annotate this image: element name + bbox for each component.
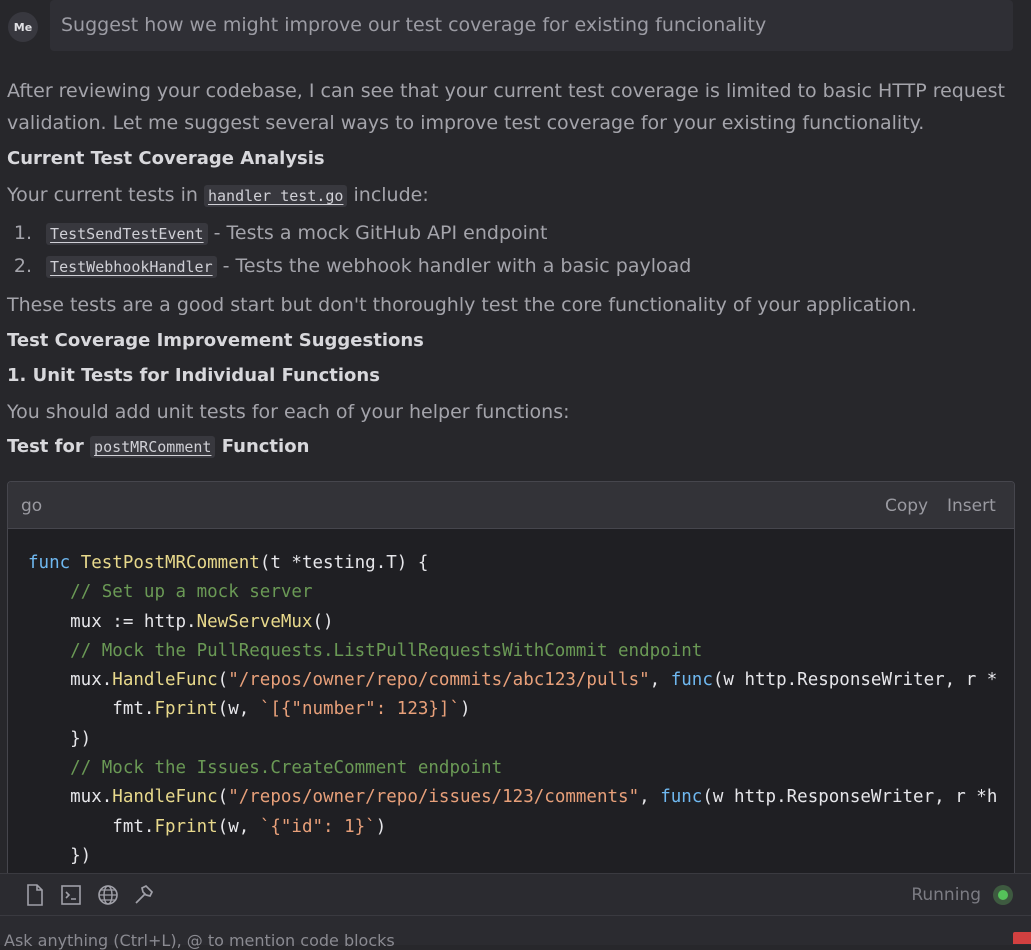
code-line: mux.HandleFunc("/repos/owner/repo/commit… xyxy=(28,666,1014,695)
code-token: Fprint xyxy=(154,699,218,720)
current-tests-line: Your current tests in handler_test.go in… xyxy=(7,184,1017,207)
chat-toolbar: Running xyxy=(0,873,1031,916)
code-token: (t *testing.T) { xyxy=(259,553,429,573)
code-token: mux := http. xyxy=(28,611,197,632)
list-item-code: TestSendTestEvent xyxy=(46,223,208,245)
chat-input[interactable]: Ask anything (Ctrl+L), @ to mention code… xyxy=(0,915,1031,950)
code-line: // Mock the Issues.CreateComment endpoin… xyxy=(28,754,1014,783)
code-line: fmt.Fprint(w, `{"id": 1}`) xyxy=(28,813,1014,842)
user-message[interactable]: Suggest how we might improve our test co… xyxy=(50,0,1013,51)
code-token: func xyxy=(660,787,703,808)
code-token: fmt. xyxy=(28,816,155,837)
code-body: func TestPostMRComment(t *testing.T) { /… xyxy=(8,529,1014,871)
list-item-code: TestWebhookHandler xyxy=(46,256,217,278)
code-line: mux := http.NewServeMux() xyxy=(28,608,1014,637)
code-token: func xyxy=(670,670,713,691)
code-token: HandleFunc xyxy=(112,787,218,808)
heading-improvement-suggestions: Test Coverage Improvement Suggestions xyxy=(7,330,424,351)
code-token: mux. xyxy=(28,787,113,808)
code-line: }) xyxy=(28,725,1014,754)
list-item-text: - Tests a mock GitHub API endpoint xyxy=(213,222,548,244)
list-item: 1. TestSendTestEvent - Tests a mock GitH… xyxy=(0,222,1010,245)
file-icon[interactable] xyxy=(24,883,48,907)
error-indicator xyxy=(1013,932,1031,944)
code-token: (w, xyxy=(217,699,260,720)
code-token: fmt. xyxy=(28,699,155,720)
terminal-icon[interactable] xyxy=(60,883,84,907)
code-token: `[{"number": 123}]` xyxy=(259,699,460,720)
code-token: `{"id": 1}` xyxy=(259,816,376,837)
good-start-text: These tests are a good start but don't t… xyxy=(7,294,917,316)
code-token: "/repos/owner/repo/issues/123/comments" xyxy=(228,787,640,808)
code-token: // Set up a mock server xyxy=(70,582,313,603)
code-token: // Mock the PullRequests.ListPullRequest… xyxy=(70,640,703,661)
current-tests-pre: Your current tests in xyxy=(7,184,198,206)
current-tests-post: include: xyxy=(353,184,429,206)
chat-input-placeholder: Ask anything (Ctrl+L), @ to mention code… xyxy=(4,931,395,950)
code-language-label: go xyxy=(21,496,43,516)
code-token: }) xyxy=(28,728,92,749)
code-token: ) xyxy=(460,699,471,720)
code-token: () xyxy=(312,611,334,632)
code-token: ) xyxy=(375,816,387,837)
code-token: HandleFunc xyxy=(112,670,218,691)
test-for-pre: Test for xyxy=(7,436,84,457)
code-block-header: go Copy Insert xyxy=(8,482,1014,529)
code-token: (w http.ResponseWriter, r * xyxy=(712,670,998,691)
code-token: // Mock the Issues.CreateComment endpoin… xyxy=(70,758,503,779)
list-item-text: - Tests the webhook handler with a basic… xyxy=(222,255,692,277)
heading-test-for-function: Test for postMRComment Function xyxy=(7,436,1017,458)
code-line: }) xyxy=(28,842,1014,871)
response-intro-line-1: After reviewing your codebase, I can see… xyxy=(7,80,1005,102)
code-token: func xyxy=(28,553,71,573)
handler-test-file-code: handler_test.go xyxy=(203,185,348,207)
code-line: // Set up a mock server xyxy=(28,578,1014,607)
user-avatar: Me xyxy=(8,12,38,42)
list-item-number: 2. xyxy=(13,255,32,277)
code-line: mux.HandleFunc("/repos/owner/repo/issues… xyxy=(28,783,1014,812)
code-token: NewServeMux xyxy=(196,611,313,632)
code-token: (w, xyxy=(217,816,260,837)
code-line: // Mock the PullRequests.ListPullRequest… xyxy=(28,637,1014,666)
list-item: 2. TestWebhookHandler - Tests the webhoo… xyxy=(0,255,1010,278)
response-intro-line-2: validation. Let me suggest several ways … xyxy=(7,112,925,134)
heading-unit-tests: 1. Unit Tests for Individual Functions xyxy=(7,365,380,386)
code-line: func TestPostMRComment(t *testing.T) { xyxy=(28,549,1014,578)
hammer-icon[interactable] xyxy=(132,883,156,907)
heading-coverage-analysis: Current Test Coverage Analysis xyxy=(7,148,325,169)
copy-button[interactable]: Copy xyxy=(885,496,928,516)
code-token: ( xyxy=(217,787,229,808)
code-token: Fprint xyxy=(154,816,218,837)
globe-icon[interactable] xyxy=(96,883,120,907)
code-token: , xyxy=(649,670,671,691)
user-message-row: Me Suggest how we might improve our test… xyxy=(0,0,1031,58)
post-mr-comment-code: postMRComment xyxy=(90,436,216,458)
insert-button[interactable]: Insert xyxy=(947,496,996,516)
code-token: mux. xyxy=(28,670,113,691)
code-token: TestPostMRComment xyxy=(80,553,260,573)
running-indicator-icon xyxy=(993,885,1013,905)
code-token: "/repos/owner/repo/commits/abc123/pulls" xyxy=(228,670,650,691)
code-token: , xyxy=(639,787,661,808)
code-line: fmt.Fprint(w, `[{"number": 123}]`) xyxy=(28,695,1014,724)
test-for-post: Function xyxy=(221,436,310,457)
code-block: go Copy Insert func TestPostMRComment(t … xyxy=(7,481,1015,883)
code-token: (w http.ResponseWriter, r *h xyxy=(702,787,998,808)
list-item-number: 1. xyxy=(13,222,32,244)
running-status: Running xyxy=(911,885,981,905)
unit-tests-text: You should add unit tests for each of yo… xyxy=(7,401,570,423)
code-token: }) xyxy=(28,845,92,866)
code-token: ( xyxy=(217,670,229,691)
